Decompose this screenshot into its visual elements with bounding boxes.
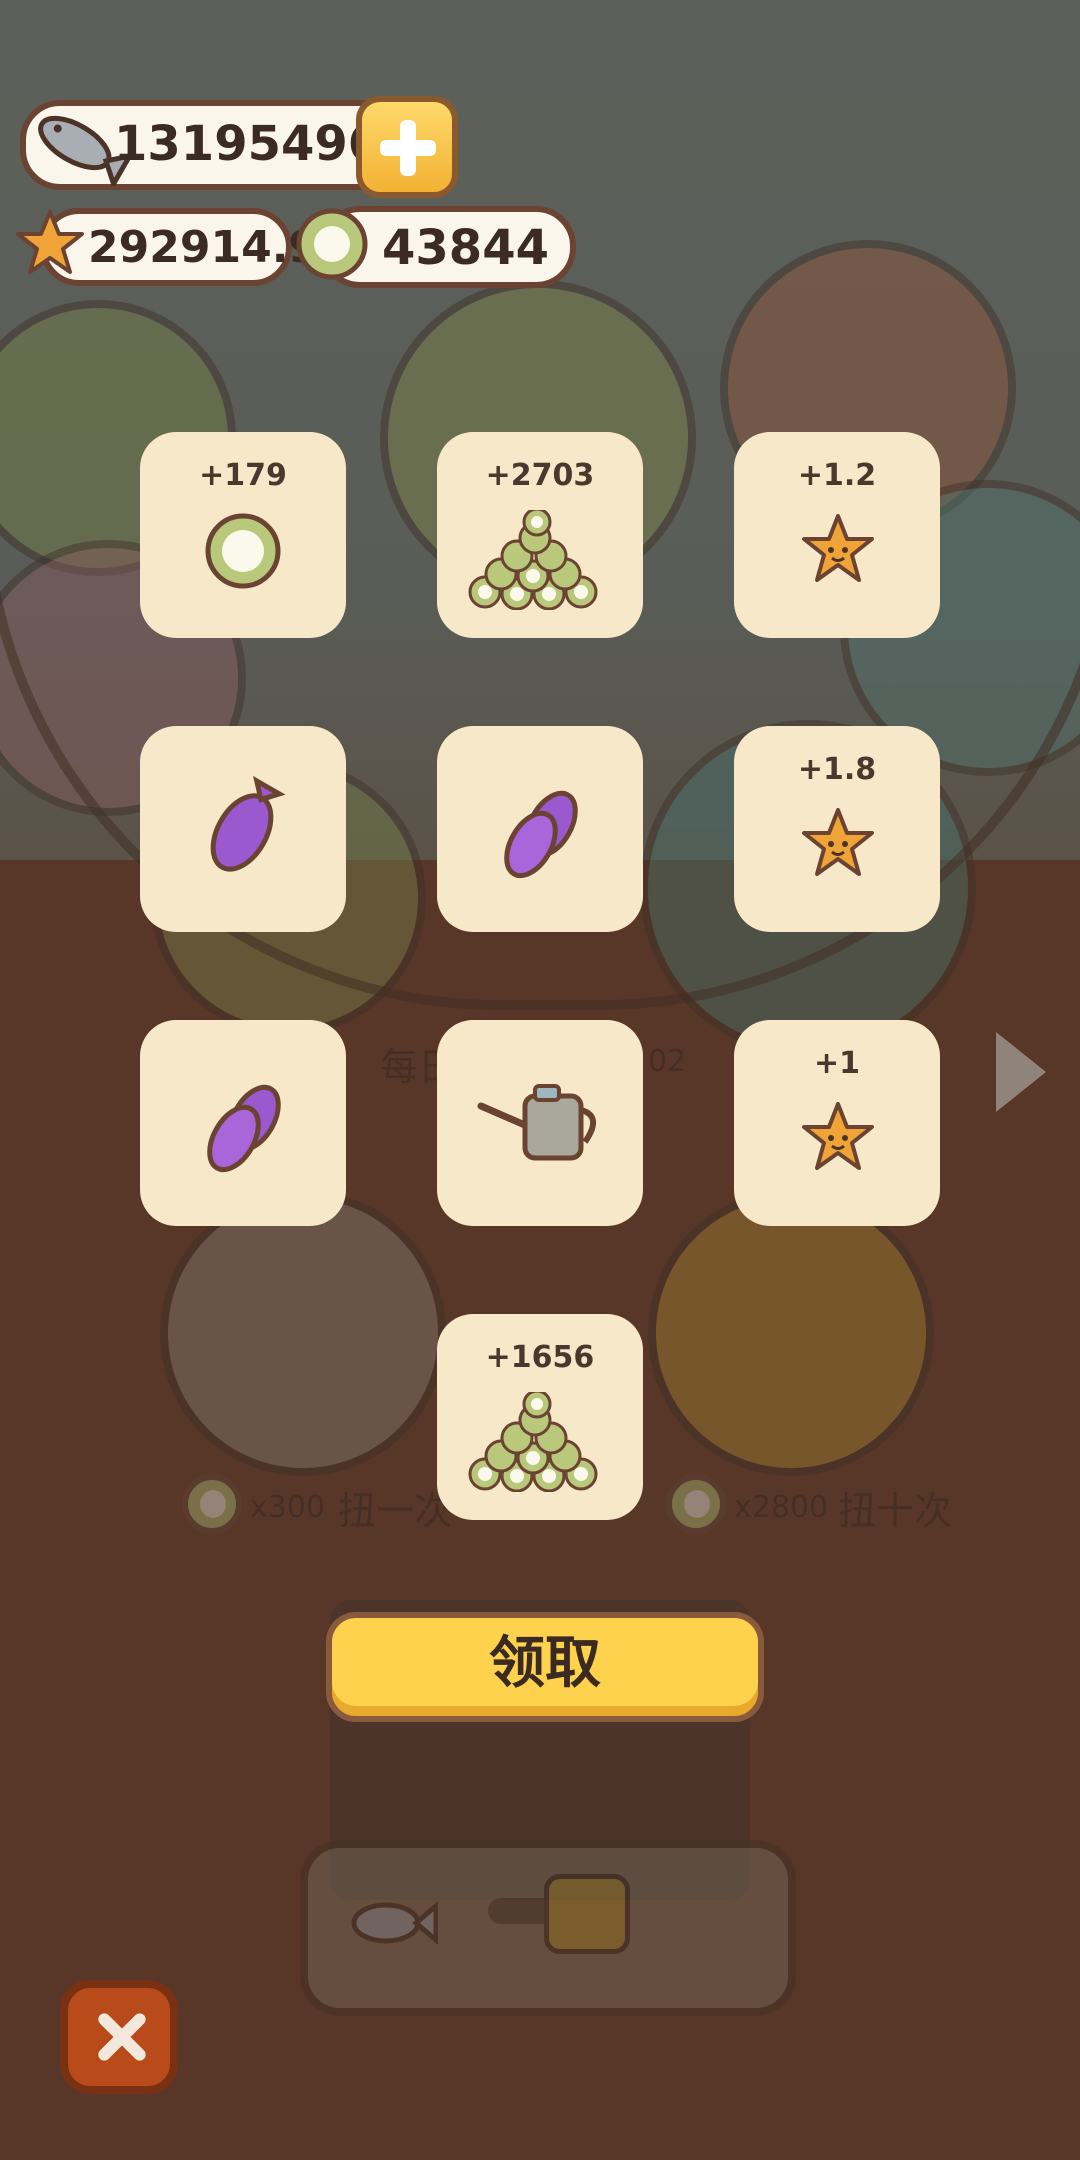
reward-amount: +1656 xyxy=(485,1340,595,1375)
reward-amount: +1 xyxy=(813,1046,860,1081)
reward-amount: +179 xyxy=(199,458,287,493)
two-purple-fish-icon xyxy=(504,790,578,879)
claim-button[interactable]: 领取 xyxy=(326,1612,764,1722)
reward-card[interactable] xyxy=(437,726,643,932)
star-icon xyxy=(802,808,874,876)
coin-icon xyxy=(296,208,368,280)
star-icon xyxy=(802,514,874,582)
star-icon xyxy=(802,1102,874,1170)
reward-card[interactable]: +1.8 xyxy=(734,726,940,932)
reward-card[interactable] xyxy=(140,1020,346,1226)
star-icon xyxy=(16,210,84,274)
coin-pile-icon xyxy=(468,1392,598,1492)
reward-card[interactable]: +1.2 xyxy=(734,432,940,638)
coin-pile-icon xyxy=(468,510,598,610)
purple-fish-icon xyxy=(210,776,286,872)
star-amount: 292914.9 xyxy=(88,222,320,273)
watering-can-icon xyxy=(477,1084,596,1161)
coin-amount: 43844 xyxy=(382,220,549,276)
add-currency-button[interactable] xyxy=(356,96,458,198)
two-purple-fish-icon xyxy=(207,1084,281,1173)
reward-card[interactable]: +179 xyxy=(140,432,346,638)
reward-amount: +2703 xyxy=(485,458,595,493)
coin-icon xyxy=(205,513,281,589)
reward-amount: +1.2 xyxy=(797,458,877,493)
reward-amount: +1.8 xyxy=(797,752,877,787)
fish-currency-bar: 131954963 xyxy=(20,100,415,190)
reward-card[interactable]: +1656 xyxy=(437,1314,643,1520)
reward-card[interactable] xyxy=(140,726,346,932)
reward-card[interactable]: +1 xyxy=(734,1020,940,1226)
close-button[interactable] xyxy=(60,1980,178,2094)
reward-card[interactable] xyxy=(437,1020,643,1226)
reward-card[interactable]: +2703 xyxy=(437,432,643,638)
next-page-arrow-icon[interactable] xyxy=(996,1032,1046,1112)
